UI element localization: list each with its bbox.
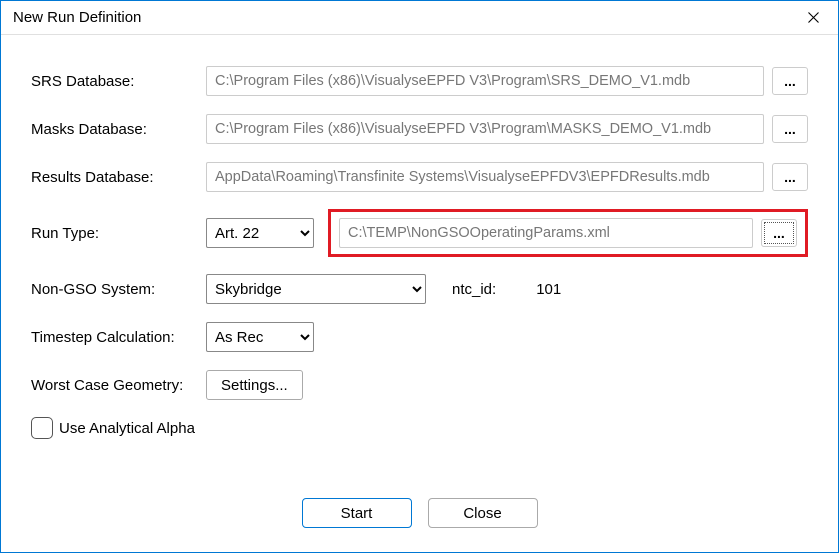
results-path-display: AppData\Roaming\Transfinite Systems\Visu… <box>206 162 764 192</box>
nongso-row: Non-GSO System: Skybridge ntc_id: 101 <box>31 273 808 305</box>
wcg-label: Worst Case Geometry: <box>31 377 206 394</box>
srs-row: SRS Database: C:\Program Files (x86)\Vis… <box>31 65 808 97</box>
srs-browse-button[interactable]: ... <box>772 67 808 95</box>
button-bar: Start Close <box>1 480 838 552</box>
results-row: Results Database: AppData\Roaming\Transf… <box>31 161 808 193</box>
close-icon[interactable] <box>790 2 836 34</box>
nongso-system-select[interactable]: Skybridge <box>206 274 426 304</box>
runtype-label: Run Type: <box>31 225 206 242</box>
nongso-label: Non-GSO System: <box>31 281 206 298</box>
ntc-id-label: ntc_id: <box>452 281 496 298</box>
wcg-row: Worst Case Geometry: Settings... <box>31 369 808 401</box>
results-label: Results Database: <box>31 169 206 186</box>
content-area: SRS Database: C:\Program Files (x86)\Vis… <box>1 35 838 480</box>
srs-path-display: C:\Program Files (x86)\VisualyseEPFD V3\… <box>206 66 764 96</box>
runtype-select[interactable]: Art. 22 <box>206 218 314 248</box>
runtype-path-highlight: C:\TEMP\NonGSOOperatingParams.xml ... <box>328 209 808 257</box>
timestep-row: Timestep Calculation: As Rec <box>31 321 808 353</box>
srs-label: SRS Database: <box>31 73 206 90</box>
masks-label: Masks Database: <box>31 121 206 138</box>
window-title: New Run Definition <box>13 9 141 26</box>
timestep-select[interactable]: As Rec <box>206 322 314 352</box>
masks-row: Masks Database: C:\Program Files (x86)\V… <box>31 113 808 145</box>
runtype-browse-button[interactable]: ... <box>761 219 797 247</box>
analytical-row: Use Analytical Alpha <box>31 417 808 439</box>
runtype-row: Run Type: Art. 22 C:\TEMP\NonGSOOperatin… <box>31 209 808 257</box>
dialog-window: New Run Definition SRS Database: C:\Prog… <box>0 0 839 553</box>
runtype-path-display: C:\TEMP\NonGSOOperatingParams.xml <box>339 218 753 248</box>
masks-browse-button[interactable]: ... <box>772 115 808 143</box>
masks-path-display: C:\Program Files (x86)\VisualyseEPFD V3\… <box>206 114 764 144</box>
start-button[interactable]: Start <box>302 498 412 528</box>
timestep-label: Timestep Calculation: <box>31 329 206 346</box>
titlebar: New Run Definition <box>1 1 838 35</box>
analytical-alpha-label: Use Analytical Alpha <box>59 420 195 437</box>
close-button[interactable]: Close <box>428 498 538 528</box>
ntc-id-value: 101 <box>536 281 561 298</box>
analytical-alpha-checkbox[interactable] <box>31 417 53 439</box>
wcg-settings-button[interactable]: Settings... <box>206 370 303 400</box>
results-browse-button[interactable]: ... <box>772 163 808 191</box>
